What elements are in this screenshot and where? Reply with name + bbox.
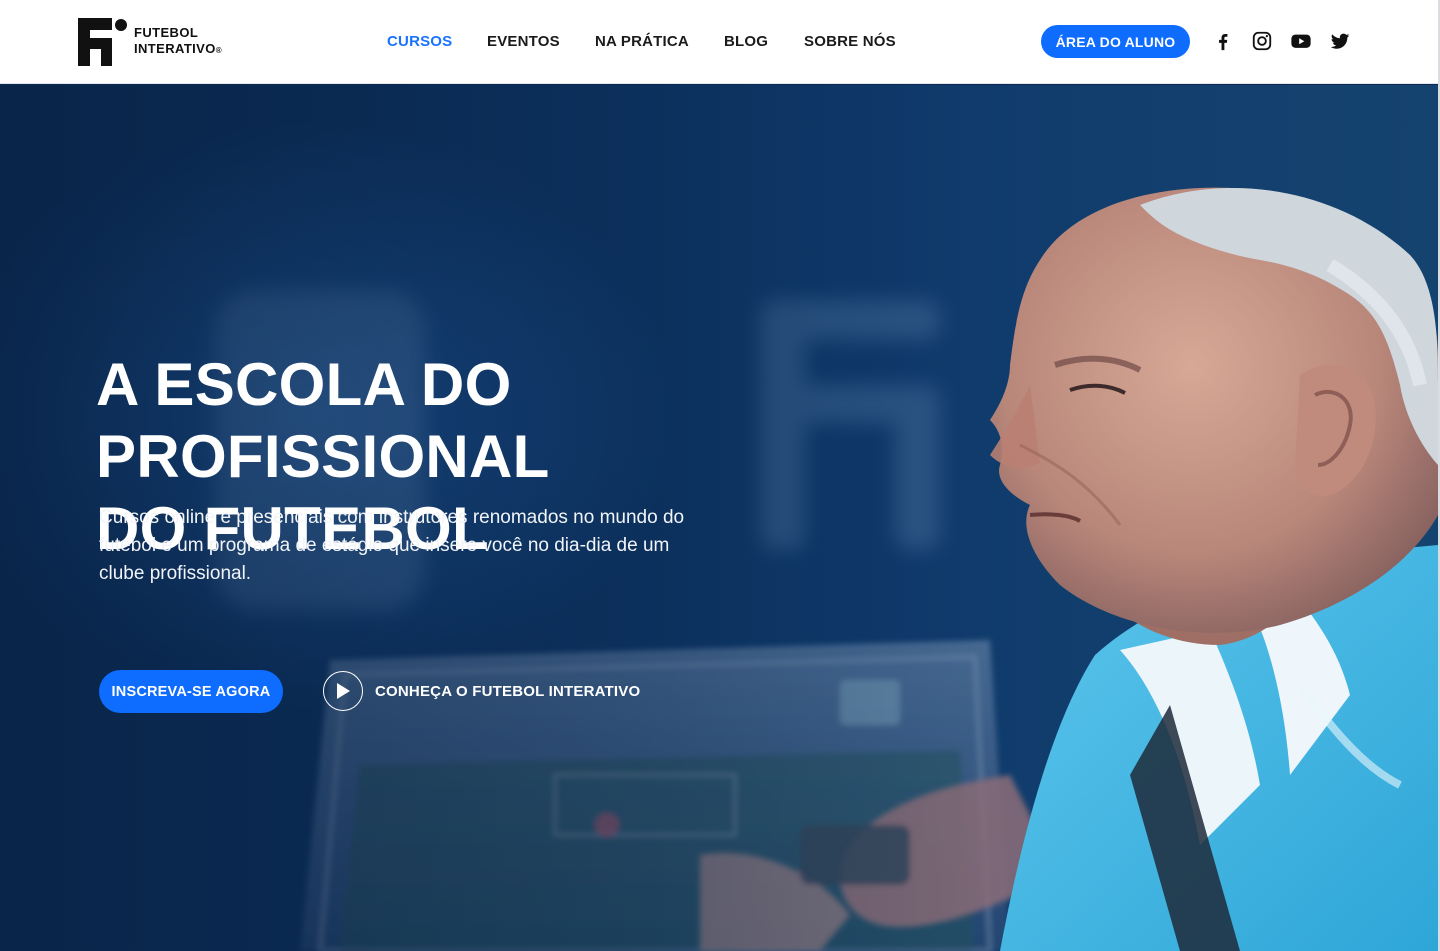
nav-item-na-pratica[interactable]: NA PRÁTICA (595, 31, 724, 53)
youtube-icon (1291, 34, 1311, 48)
hero-title-line-1: A ESCOLA DO PROFISSIONAL (96, 351, 550, 490)
nav-item-blog[interactable]: BLOG (724, 31, 804, 53)
twitter-icon (1330, 33, 1350, 49)
logo[interactable]: FUTEBOL INTERATIVO® (78, 18, 222, 66)
play-button[interactable] (323, 671, 363, 711)
logo-line-1: FUTEBOL (134, 25, 199, 40)
twitter-link[interactable] (1329, 30, 1351, 52)
instagram-link[interactable] (1251, 30, 1273, 52)
student-area-button[interactable]: ÁREA DO ALUNO (1041, 25, 1190, 58)
watch-video-link[interactable]: CONHEÇA O FUTEBOL INTERATIVO (323, 671, 640, 711)
nav-item-eventos[interactable]: EVENTOS (487, 31, 595, 53)
hero-subtitle: Cursos online e presenciais com instruto… (99, 507, 685, 584)
registered-mark: ® (215, 46, 223, 55)
site-header: FUTEBOL INTERATIVO® CURSOS EVENTOS NA PR… (0, 0, 1438, 84)
youtube-link[interactable] (1290, 30, 1312, 52)
enroll-button[interactable]: INSCREVA-SE AGORA (99, 670, 283, 713)
logo-line-2: INTERATIVO® (134, 41, 223, 56)
play-icon (337, 683, 350, 699)
watch-video-label: CONHEÇA O FUTEBOL INTERATIVO (375, 682, 641, 700)
logo-mark-icon (78, 18, 127, 66)
facebook-icon (1219, 33, 1228, 51)
logo-text: FUTEBOL INTERATIVO® (134, 25, 222, 59)
hero-section: A ESCOLA DO PROFISSIONAL DO FUTEBOL Curs… (0, 85, 1438, 951)
instagram-icon (1252, 31, 1272, 51)
social-links (1212, 30, 1351, 52)
facebook-link[interactable] (1212, 30, 1234, 52)
nav-item-cursos[interactable]: CURSOS (387, 31, 487, 53)
main-nav: CURSOS EVENTOS NA PRÁTICA BLOG SOBRE NÓS (387, 31, 896, 53)
nav-item-sobre-nos[interactable]: SOBRE NÓS (804, 31, 896, 53)
